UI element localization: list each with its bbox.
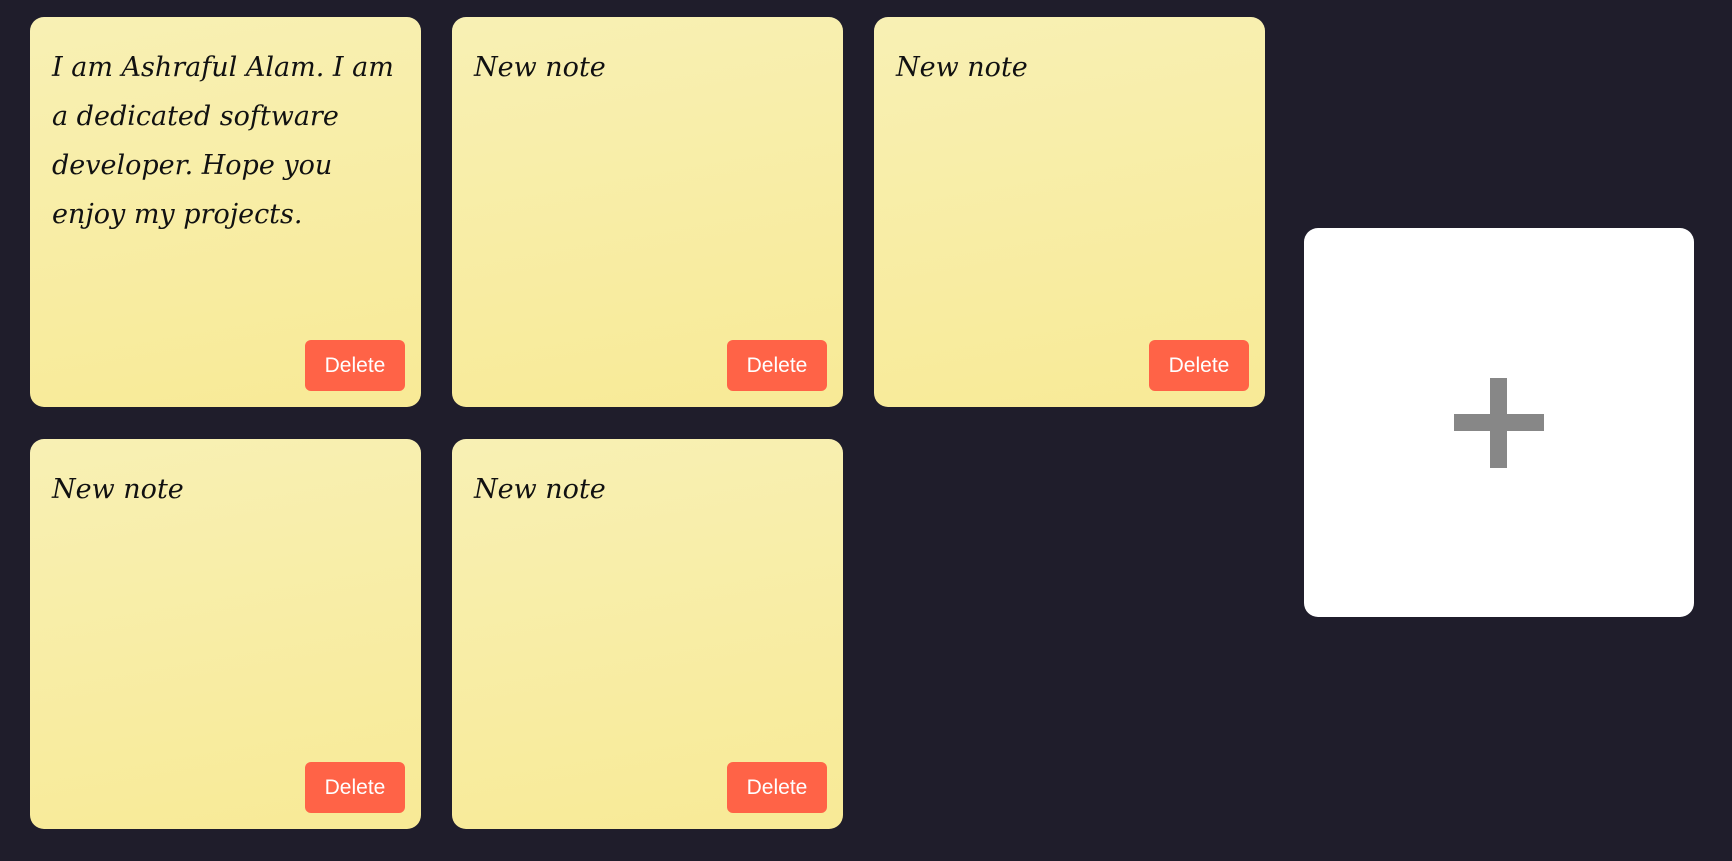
- note-card[interactable]: New note Delete: [452, 439, 843, 829]
- note-card[interactable]: New note Delete: [452, 17, 843, 407]
- note-text[interactable]: New note: [474, 465, 821, 514]
- delete-button[interactable]: Delete: [305, 340, 405, 391]
- note-text[interactable]: New note: [52, 465, 399, 514]
- note-card[interactable]: New note Delete: [874, 17, 1265, 407]
- add-note-button[interactable]: [1304, 228, 1694, 617]
- note-text[interactable]: New note: [896, 43, 1243, 92]
- note-card[interactable]: New note Delete: [30, 439, 421, 829]
- delete-button[interactable]: Delete: [727, 340, 827, 391]
- delete-button[interactable]: Delete: [727, 762, 827, 813]
- note-text[interactable]: New note: [474, 43, 821, 92]
- notes-board: I am Ashraful Alam. I am a dedicated sof…: [0, 0, 1732, 861]
- note-card[interactable]: I am Ashraful Alam. I am a dedicated sof…: [30, 17, 421, 407]
- delete-button[interactable]: Delete: [305, 762, 405, 813]
- note-text[interactable]: I am Ashraful Alam. I am a dedicated sof…: [52, 43, 399, 239]
- delete-button[interactable]: Delete: [1149, 340, 1249, 391]
- plus-icon: [1454, 378, 1544, 468]
